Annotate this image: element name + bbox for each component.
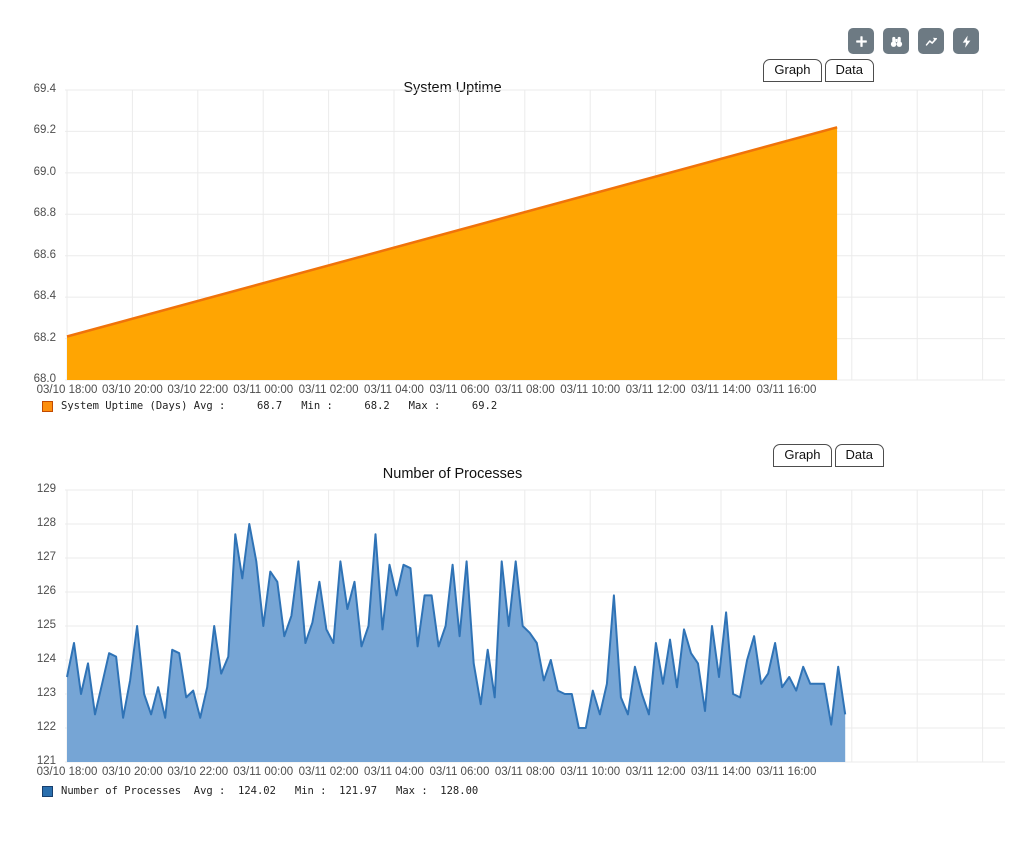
legend: System Uptime (Days) Avg : 68.7 Min : 68… bbox=[42, 400, 497, 412]
plus-icon bbox=[854, 34, 869, 49]
y-tick-label: 123 bbox=[0, 687, 56, 699]
y-tick-label: 126 bbox=[0, 585, 56, 597]
chart-line-icon bbox=[924, 34, 939, 49]
y-tick-label: 68.8 bbox=[0, 207, 56, 219]
x-tick-label: 03/11 16:00 bbox=[740, 384, 832, 396]
tab-graph[interactable]: Graph bbox=[763, 59, 821, 82]
legend: Number of Processes Avg : 124.02 Min : 1… bbox=[42, 785, 478, 797]
add-button[interactable] bbox=[848, 28, 874, 54]
y-tick-label: 122 bbox=[0, 721, 56, 733]
lightning-icon bbox=[959, 34, 974, 49]
y-tick-label: 127 bbox=[0, 551, 56, 563]
y-tick-label: 128 bbox=[0, 517, 56, 529]
chart-uptime: System Uptime System Uptime (Days) Avg :… bbox=[0, 80, 1010, 425]
chart-processes-tabs: Graph Data bbox=[773, 444, 884, 467]
y-tick-label: 125 bbox=[0, 619, 56, 631]
tab-data[interactable]: Data bbox=[835, 444, 884, 467]
legend-label: System Uptime (Days) Avg : 68.7 Min : 68… bbox=[61, 400, 497, 412]
y-tick-label: 68.6 bbox=[0, 249, 56, 261]
y-tick-label: 129 bbox=[0, 483, 56, 495]
tab-data[interactable]: Data bbox=[825, 59, 874, 82]
y-tick-label: 68.2 bbox=[0, 332, 56, 344]
uptime-plot-area[interactable] bbox=[0, 80, 1010, 425]
toolbar bbox=[848, 28, 979, 54]
chart-processes: Number of Processes Number of Processes … bbox=[0, 438, 1010, 823]
legend-swatch bbox=[42, 786, 53, 797]
y-tick-label: 69.0 bbox=[0, 166, 56, 178]
y-tick-label: 69.4 bbox=[0, 83, 56, 95]
y-tick-label: 124 bbox=[0, 653, 56, 665]
search-button[interactable] bbox=[883, 28, 909, 54]
legend-label: Number of Processes Avg : 124.02 Min : 1… bbox=[61, 785, 478, 797]
binoculars-icon bbox=[889, 34, 904, 49]
y-tick-label: 69.2 bbox=[0, 124, 56, 136]
chart-uptime-tabs: Graph Data bbox=[763, 59, 874, 82]
x-tick-label: 03/11 16:00 bbox=[740, 766, 832, 778]
tab-graph[interactable]: Graph bbox=[773, 444, 831, 467]
y-tick-label: 68.4 bbox=[0, 290, 56, 302]
chart-button[interactable] bbox=[918, 28, 944, 54]
power-button[interactable] bbox=[953, 28, 979, 54]
legend-swatch bbox=[42, 401, 53, 412]
